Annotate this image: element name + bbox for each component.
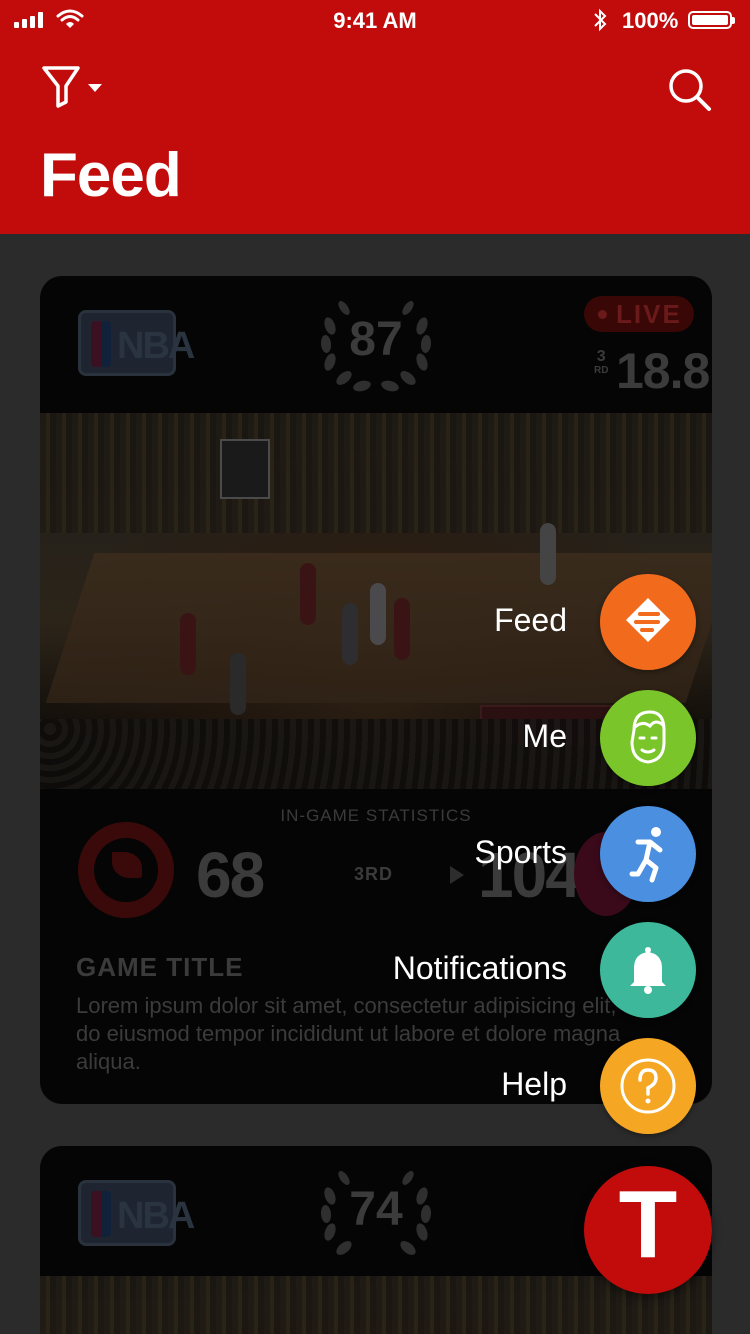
menu-item-notifications[interactable]: Notifications [0,922,750,1018]
menu-item-feed[interactable]: Feed [0,574,750,670]
battery-icon [688,11,735,29]
sports-button[interactable] [600,806,696,902]
rank-number: 74 [349,1183,403,1236]
top-header: 9:41 AM 100% Feed [0,0,750,234]
status-bar: 9:41 AM 100% [0,0,750,40]
search-button[interactable] [664,64,716,116]
bluetooth-icon [594,8,607,32]
rank-laurel: 74 [314,1166,438,1266]
live-badge: LIVE [584,296,694,332]
menu-item-help[interactable]: Help [0,1038,750,1134]
app-screen: 9:41 AM 100% Feed NBA 87 LIVE 3 RD 18.8 … [0,0,750,1334]
menu-label-me: Me [522,718,567,754]
menu-label-help: Help [501,1066,567,1102]
search-icon [669,69,711,111]
filter-button[interactable] [40,62,110,112]
notifications-button[interactable] [600,922,696,1018]
me-button[interactable] [600,690,696,786]
game-clock: 18.8 [616,343,710,399]
filter-icon [42,66,102,108]
page-title: Feed [40,141,182,210]
fab-logo: T [618,1171,678,1278]
chevron-down-icon [88,84,102,92]
game-photo[interactable] [40,1276,712,1334]
menu-label-feed: Feed [494,602,567,638]
nba-logo: NBA [78,1180,195,1246]
menu-item-me[interactable]: Me [0,690,750,786]
bell-icon [630,947,666,994]
menu-label-sports: Sports [474,834,567,870]
feed-button[interactable] [600,574,696,670]
runner-icon [629,827,663,883]
question-icon [620,1058,676,1114]
rank-number: 87 [349,313,403,366]
face-icon [630,710,666,764]
nba-logo: NBA [78,310,195,376]
rank-laurel: 87 [314,296,438,396]
battery-percent: 100% [622,8,679,33]
main-menu-button[interactable]: T [584,1166,712,1294]
help-button[interactable] [600,1038,696,1134]
hoop [220,439,270,499]
feed-icon [626,598,670,642]
period-indicator: 3 RD [594,348,609,377]
menu-label-notifications: Notifications [392,950,567,986]
